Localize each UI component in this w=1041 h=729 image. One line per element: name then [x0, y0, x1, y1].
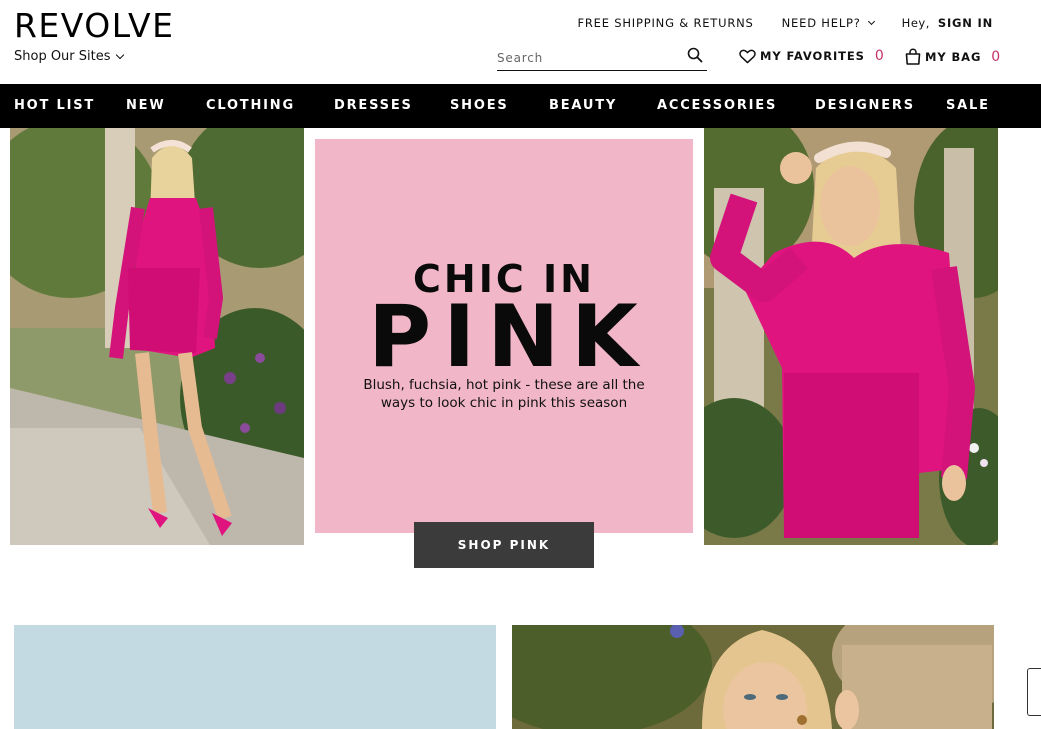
- sign-in-link[interactable]: SIGN IN: [938, 16, 993, 30]
- shop-pink-button[interactable]: SHOP PINK: [414, 522, 594, 568]
- free-shipping-link[interactable]: FREE SHIPPING & RETURNS: [577, 16, 753, 30]
- promo-title-main: PINK: [368, 287, 650, 387]
- shop-our-sites-dropdown[interactable]: Shop Our Sites: [14, 49, 124, 64]
- nav-item-new[interactable]: NEW: [126, 98, 166, 113]
- bag-count: 0: [991, 48, 1002, 65]
- search-icon[interactable]: [687, 47, 703, 63]
- promo-tile-photo[interactable]: [512, 625, 994, 729]
- nav-item-dresses[interactable]: DRESSES: [334, 98, 413, 113]
- promo-description: Blush, fuchsia, hot pink - these are all…: [363, 377, 645, 411]
- nav-item-clothing[interactable]: CLOTHING: [206, 98, 295, 113]
- my-bag-link[interactable]: MY BAG 0: [905, 48, 1001, 65]
- sign-in-greeting[interactable]: Hey, SIGN IN: [902, 16, 993, 30]
- main-navigation: HOT LIST NEW CLOTHING DRESSES SHOES BEAU…: [0, 84, 1041, 128]
- nav-item-accessories[interactable]: ACCESSORIES: [657, 98, 777, 113]
- heart-icon: [739, 49, 756, 63]
- model-full-length-image: [10, 128, 304, 545]
- nav-item-designers[interactable]: DESIGNERS: [815, 98, 915, 113]
- greeting-text: Hey,: [901, 16, 930, 30]
- shopping-bag-icon: [905, 48, 921, 65]
- top-utility-links: FREE SHIPPING & RETURNS NEED HELP? Hey, …: [577, 16, 993, 30]
- favorites-count: 0: [874, 48, 885, 64]
- nav-item-shoes[interactable]: SHOES: [450, 98, 509, 113]
- chevron-down-icon: [867, 17, 875, 26]
- hero-photo-right[interactable]: [704, 128, 998, 545]
- my-favorites-label: MY FAVORITES: [760, 49, 865, 63]
- my-favorites-link[interactable]: MY FAVORITES 0: [739, 48, 885, 64]
- shop-our-sites-label: Shop Our Sites: [14, 49, 111, 64]
- side-feedback-tab[interactable]: [1027, 668, 1041, 716]
- nav-item-sale[interactable]: SALE: [946, 98, 990, 113]
- search-input[interactable]: [497, 44, 677, 68]
- chevron-down-icon: [115, 50, 124, 60]
- hero-photo-left[interactable]: [10, 128, 304, 545]
- model-portrait-image: [512, 625, 994, 729]
- model-closeup-image: [704, 128, 998, 545]
- my-bag-label: MY BAG: [925, 49, 982, 64]
- need-help-dropdown[interactable]: NEED HELP?: [781, 16, 875, 30]
- promo-banner[interactable]: CHIC IN PINK Blush, fuchsia, hot pink - …: [315, 139, 693, 533]
- promo-tile-blue[interactable]: [14, 625, 496, 729]
- nav-item-hot-list[interactable]: HOT LIST: [14, 98, 95, 113]
- nav-item-beauty[interactable]: BEAUTY: [549, 98, 617, 113]
- need-help-label: NEED HELP?: [781, 16, 861, 30]
- revolve-logo[interactable]: REVOLVE: [14, 6, 174, 45]
- search-bar: [497, 44, 707, 71]
